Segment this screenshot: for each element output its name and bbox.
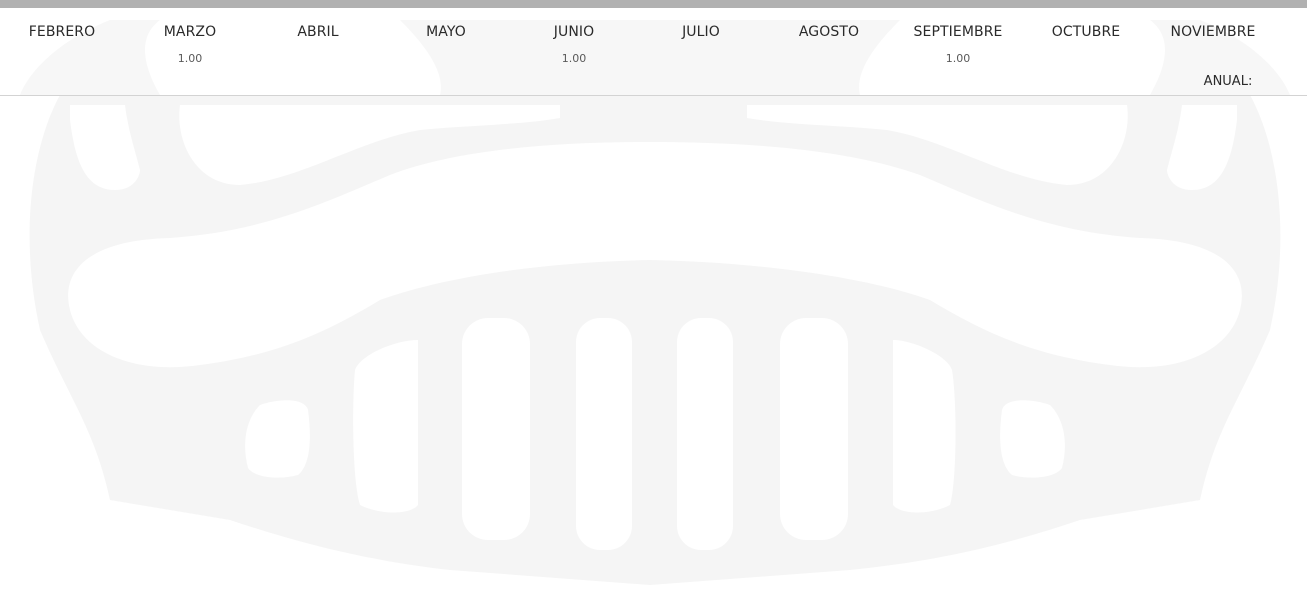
month-label: JULIO	[682, 24, 720, 40]
month-value	[1026, 52, 1146, 66]
month-column-octubre: OCTUBRE	[1026, 22, 1146, 66]
header-divider	[0, 95, 1307, 96]
month-value	[258, 52, 378, 66]
month-value	[2, 52, 122, 66]
month-column-marzo: MARZO 1.00	[130, 22, 250, 66]
month-label: AGOSTO	[798, 24, 860, 40]
month-value: 1.00	[561, 52, 587, 65]
month-label: SEPTIEMBRE	[913, 24, 1003, 40]
annual-label: ANUAL:	[1203, 74, 1253, 89]
month-label: MARZO	[163, 24, 217, 40]
month-value: 1.00	[945, 52, 971, 65]
month-column-abril: ABRIL	[258, 22, 378, 66]
month-value: 1.00	[177, 52, 203, 65]
month-label: FEBRERO	[28, 24, 96, 40]
month-header-row: FEBRERO MARZO 1.00 ABRIL MAYO JUNIO 1.00…	[0, 0, 1307, 95]
month-value	[641, 52, 761, 66]
month-column-noviembre: NOVIEMBRE	[1153, 22, 1273, 66]
month-value	[386, 52, 506, 66]
month-label: JUNIO	[553, 24, 595, 40]
month-label: MAYO	[426, 24, 466, 40]
month-column-julio: JULIO	[641, 22, 761, 66]
page: FEBRERO MARZO 1.00 ABRIL MAYO JUNIO 1.00…	[0, 0, 1307, 592]
month-column-junio: JUNIO 1.00	[514, 22, 634, 66]
month-column-mayo: MAYO	[386, 22, 506, 66]
month-column-febrero: FEBRERO	[2, 22, 122, 66]
month-label: OCTUBRE	[1051, 24, 1121, 40]
month-label: NOVIEMBRE	[1170, 24, 1256, 40]
month-column-septiembre: SEPTIEMBRE 1.00	[898, 22, 1018, 66]
month-value	[769, 52, 889, 66]
month-value	[1153, 52, 1273, 66]
month-label: ABRIL	[297, 24, 339, 40]
month-column-agosto: AGOSTO	[769, 22, 889, 66]
